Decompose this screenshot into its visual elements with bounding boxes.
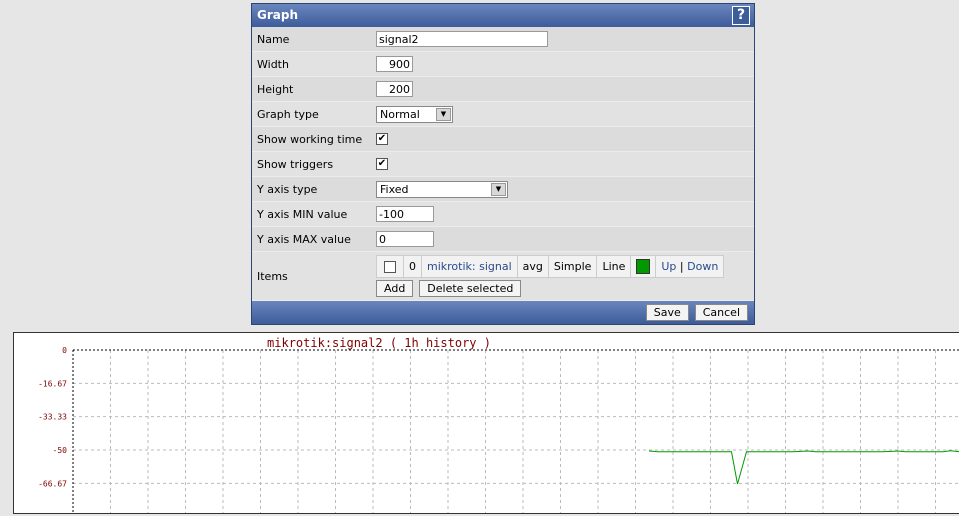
triggers-checkbox[interactable]: ✔ — [376, 158, 388, 170]
y-tick-label: -50 — [53, 446, 68, 455]
y-type-select[interactable]: Fixed ▼ — [376, 180, 508, 198]
y-min-input[interactable] — [376, 206, 434, 222]
height-label: Height — [257, 82, 294, 96]
item-link[interactable]: mikrotik: signal — [421, 255, 518, 278]
form-header: Graph? — [252, 4, 754, 27]
name-input[interactable] — [376, 31, 548, 47]
item-draw: Simple — [547, 255, 598, 278]
items-table: 0 mikrotik: signal avg Simple Line Up | … — [376, 255, 725, 278]
cancel-button[interactable]: Cancel — [694, 304, 748, 321]
working-time-label: Show working time — [257, 132, 363, 146]
save-button[interactable]: Save — [645, 304, 689, 321]
help-button[interactable]: ? — [732, 6, 750, 25]
y-max-input[interactable] — [376, 231, 434, 247]
item-checkbox[interactable] — [384, 260, 396, 273]
graph-type-value: Normal — [380, 107, 420, 121]
width-label: Width — [257, 57, 289, 71]
height-input[interactable] — [376, 81, 413, 97]
graph-type-select[interactable]: Normal ▼ — [376, 105, 453, 123]
form-title: Graph — [257, 8, 298, 22]
y-tick-label: -66.67 — [38, 479, 67, 488]
items-label: Items — [257, 269, 288, 283]
y-tick-label: -16.67 — [38, 379, 67, 388]
series-line — [648, 450, 959, 485]
item-color-swatch — [636, 259, 651, 274]
item-type: Line — [596, 255, 632, 278]
up-link[interactable]: Up — [661, 260, 676, 273]
working-time-checkbox[interactable]: ✔ — [376, 133, 388, 145]
graph-form: Graph? Name Width Height Graph type Norma… — [251, 3, 755, 325]
triggers-label: Show triggers — [257, 157, 334, 171]
form-footer: Save Cancel — [252, 301, 754, 324]
add-button[interactable]: Add — [376, 280, 414, 297]
chevron-down-icon: ▼ — [436, 107, 451, 121]
delete-selected-button[interactable]: Delete selected — [419, 280, 522, 297]
chart-title: mikrotik:signal2 ( 1h history ) — [267, 336, 491, 350]
name-label: Name — [257, 32, 290, 46]
down-link[interactable]: Down — [687, 260, 718, 273]
item-sortorder: 0 — [403, 255, 422, 278]
y-min-label: Y axis MIN value — [257, 207, 348, 221]
table-row: 0 mikrotik: signal avg Simple Line Up | … — [376, 255, 725, 278]
y-type-label: Y axis type — [257, 182, 318, 196]
width-input[interactable] — [376, 56, 413, 72]
y-tick-label: 0 — [62, 346, 67, 355]
y-tick-label: -33.33 — [38, 413, 67, 422]
graph-image: mikrotik:signal2 ( 1h history ) 0 -16.67 -… — [13, 332, 959, 516]
graph-type-label: Graph type — [257, 107, 319, 121]
item-function: avg — [516, 255, 549, 278]
chevron-down-icon: ▼ — [491, 182, 506, 196]
y-max-label: Y axis MAX value — [257, 232, 351, 246]
line-chart: mikrotik:signal2 ( 1h history ) 0 -16.67 -… — [38, 336, 959, 516]
separator: | — [679, 260, 684, 273]
y-type-value: Fixed — [380, 182, 409, 196]
